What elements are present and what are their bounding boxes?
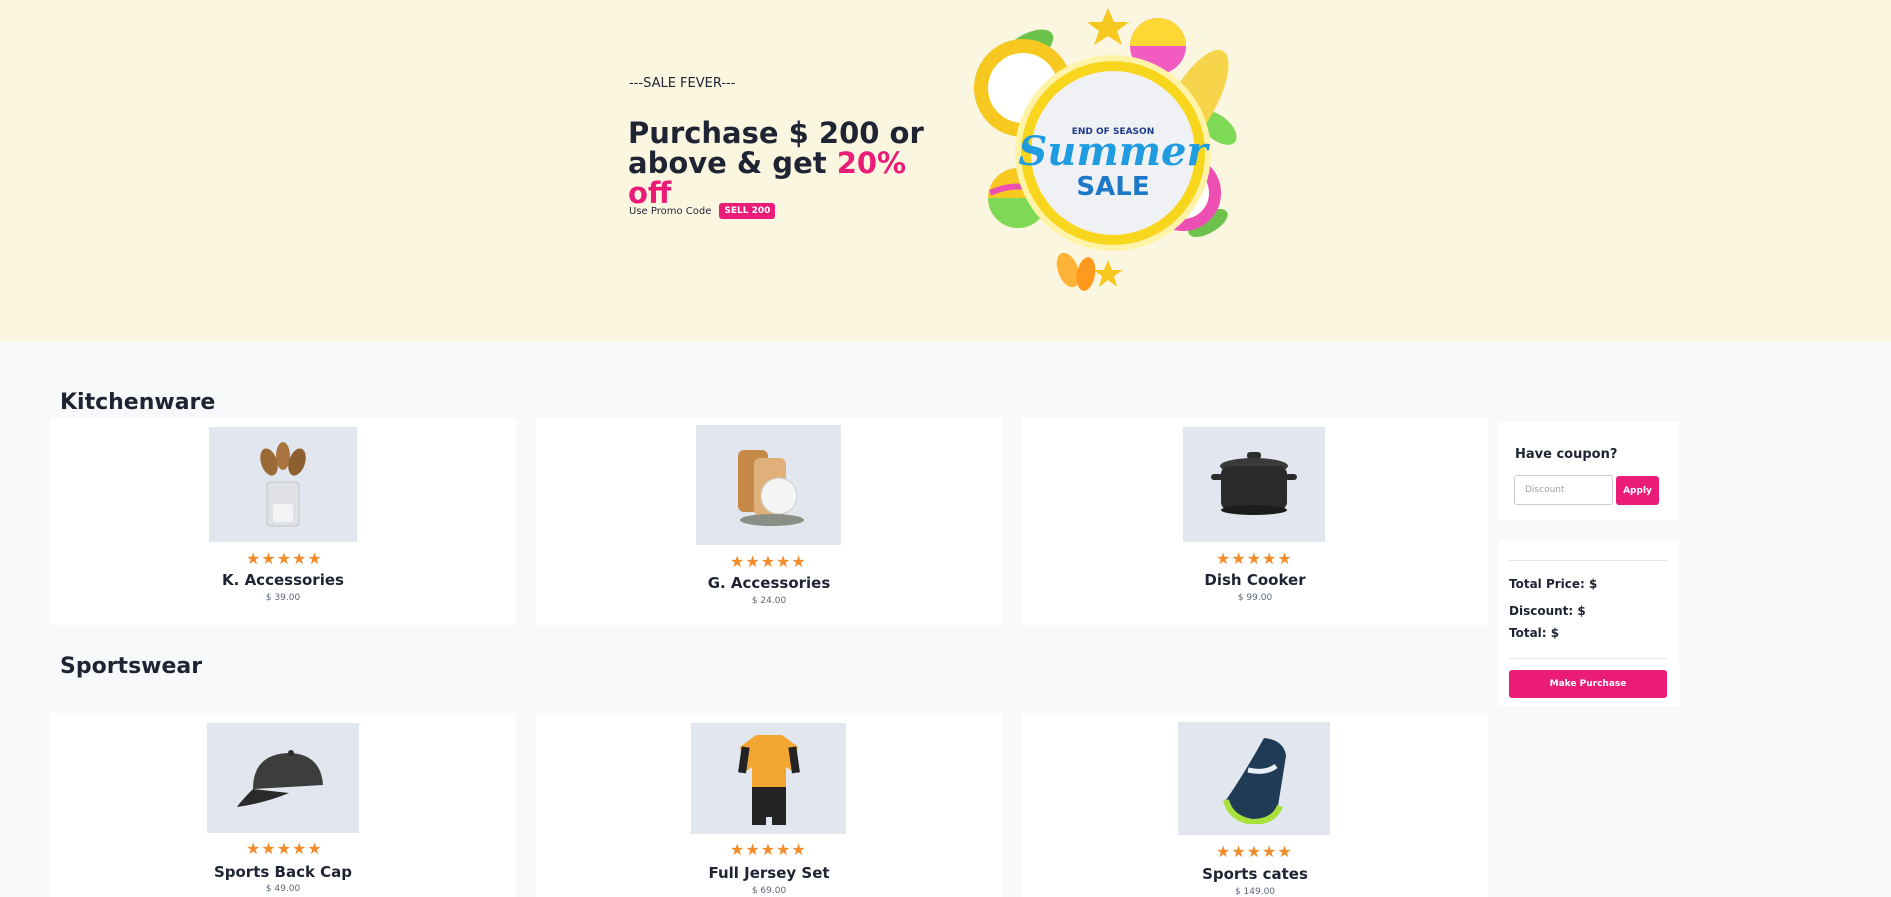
product-image[interactable]	[1183, 427, 1325, 542]
rating-stars: ★ ★ ★ ★ ★	[730, 842, 806, 858]
star-icon: ★	[745, 552, 760, 571]
order-summary-panel: Total Price: $ Discount: $ Total: $ Make…	[1499, 540, 1679, 706]
product-image[interactable]	[691, 723, 846, 834]
star-icon: ★	[292, 549, 307, 568]
rating-stars: ★ ★ ★ ★ ★	[246, 551, 322, 567]
total-price-label: Total Price: $	[1509, 577, 1598, 591]
product-name[interactable]: Dish Cooker	[1022, 571, 1488, 589]
star-icon: ★	[307, 549, 322, 568]
star-icon: ★	[246, 549, 261, 568]
star-icon: ★	[1216, 549, 1231, 568]
star-icon: ★	[1231, 842, 1246, 861]
product-card[interactable]: ★ ★ ★ ★ ★ Sports cates $ 149.00	[1022, 713, 1488, 897]
rating-stars: ★ ★ ★ ★ ★	[1216, 844, 1292, 860]
sale-art-script: Summer	[1018, 128, 1210, 175]
product-name[interactable]: K. Accessories	[50, 571, 516, 589]
promo-label: Use Promo Code	[629, 205, 712, 217]
summer-sale-illustration: END OF SEASON Summer SALE	[974, 8, 1237, 291]
rating-stars: ★ ★ ★ ★ ★	[730, 554, 806, 570]
product-price: $ 24.00	[751, 596, 787, 606]
star-icon: ★	[1246, 549, 1262, 568]
cap-icon	[237, 750, 323, 807]
product-card[interactable]: ★ ★ ★ ★ ★ Sports Back Cap $ 49.00	[50, 713, 516, 897]
cutting-boards-icon	[737, 450, 804, 526]
star-icon: ★	[791, 552, 806, 571]
promo-code-badge: SELL 200	[719, 203, 776, 219]
star-icon: ★	[760, 552, 776, 571]
star-icon: ★	[276, 549, 292, 568]
star-icon: ★	[276, 839, 292, 858]
section-title-kitchenware: Kitchenware	[60, 390, 216, 415]
star-icon: ★	[261, 839, 276, 858]
product-image[interactable]	[207, 723, 359, 833]
product-card[interactable]: ★ ★ ★ ★ ★ Full Jersey Set $ 69.00	[536, 713, 1002, 897]
coupon-panel: Have coupon? Apply	[1499, 422, 1679, 520]
rating-stars: ★ ★ ★ ★ ★	[1216, 551, 1292, 567]
promo-code-row: Use Promo Code SELL 200	[629, 203, 776, 219]
star-icon: ★	[1246, 842, 1262, 861]
product-name[interactable]: G. Accessories	[536, 574, 1002, 592]
section-title-sportswear: Sportswear	[60, 654, 203, 679]
star-icon: ★	[1277, 842, 1292, 861]
product-image[interactable]	[696, 425, 841, 545]
star-icon: ★	[1231, 549, 1246, 568]
star-icon: ★	[730, 552, 745, 571]
product-price: $ 149.00	[1234, 887, 1276, 897]
product-name[interactable]: Sports Back Cap	[50, 863, 516, 881]
product-image[interactable]	[1178, 722, 1330, 835]
star-icon: ★	[760, 840, 776, 859]
sale-art-bottom: SALE	[1076, 172, 1149, 202]
product-name[interactable]: Sports cates	[1022, 865, 1488, 883]
star-icon: ★	[1262, 549, 1277, 568]
coupon-title: Have coupon?	[1515, 447, 1618, 462]
divider	[1509, 560, 1667, 561]
divider	[1509, 658, 1667, 659]
star-icon: ★	[1262, 842, 1277, 861]
star-icon: ★	[292, 839, 307, 858]
star-icon: ★	[745, 840, 760, 859]
total-label: Total: $	[1509, 626, 1560, 640]
cooking-pot-icon	[1211, 451, 1297, 515]
product-card[interactable]: ★ ★ ★ ★ ★ G. Accessories $ 24.00	[536, 418, 1002, 625]
make-purchase-button[interactable]: Make Purchase	[1509, 670, 1667, 698]
product-card[interactable]: ★ ★ ★ ★ ★ K. Accessories $ 39.00	[50, 418, 516, 625]
product-image[interactable]	[209, 427, 357, 542]
banner-headline: Purchase $ 200 or above & get 20% off	[628, 118, 958, 208]
star-icon: ★	[307, 839, 322, 858]
rating-stars: ★ ★ ★ ★ ★	[246, 841, 322, 857]
star-icon: ★	[776, 552, 791, 571]
star-icon: ★	[776, 840, 791, 859]
star-icon: ★	[246, 839, 261, 858]
jersey-icon	[737, 734, 800, 825]
product-card[interactable]: ★ ★ ★ ★ ★ Dish Cooker $ 99.00	[1022, 418, 1488, 625]
star-icon: ★	[1216, 842, 1231, 861]
star-icon: ★	[730, 840, 745, 859]
banner-eyebrow: ---SALE FEVER---	[629, 76, 736, 91]
apply-coupon-button[interactable]: Apply	[1616, 476, 1659, 505]
product-price: $ 39.00	[265, 593, 301, 603]
product-name[interactable]: Full Jersey Set	[536, 864, 1002, 882]
star-icon: ★	[1277, 549, 1292, 568]
discount-label: Discount: $	[1509, 604, 1586, 618]
discount-input[interactable]	[1514, 475, 1613, 505]
product-price: $ 69.00	[751, 886, 787, 896]
product-price: $ 99.00	[1237, 593, 1273, 603]
star-icon: ★	[261, 549, 276, 568]
promo-banner: ---SALE FEVER--- Purchase $ 200 or above…	[0, 0, 1891, 342]
wooden-utensils-icon	[260, 441, 306, 526]
sneaker-icon	[1223, 737, 1286, 824]
product-price: $ 49.00	[265, 884, 301, 894]
star-icon: ★	[791, 840, 806, 859]
